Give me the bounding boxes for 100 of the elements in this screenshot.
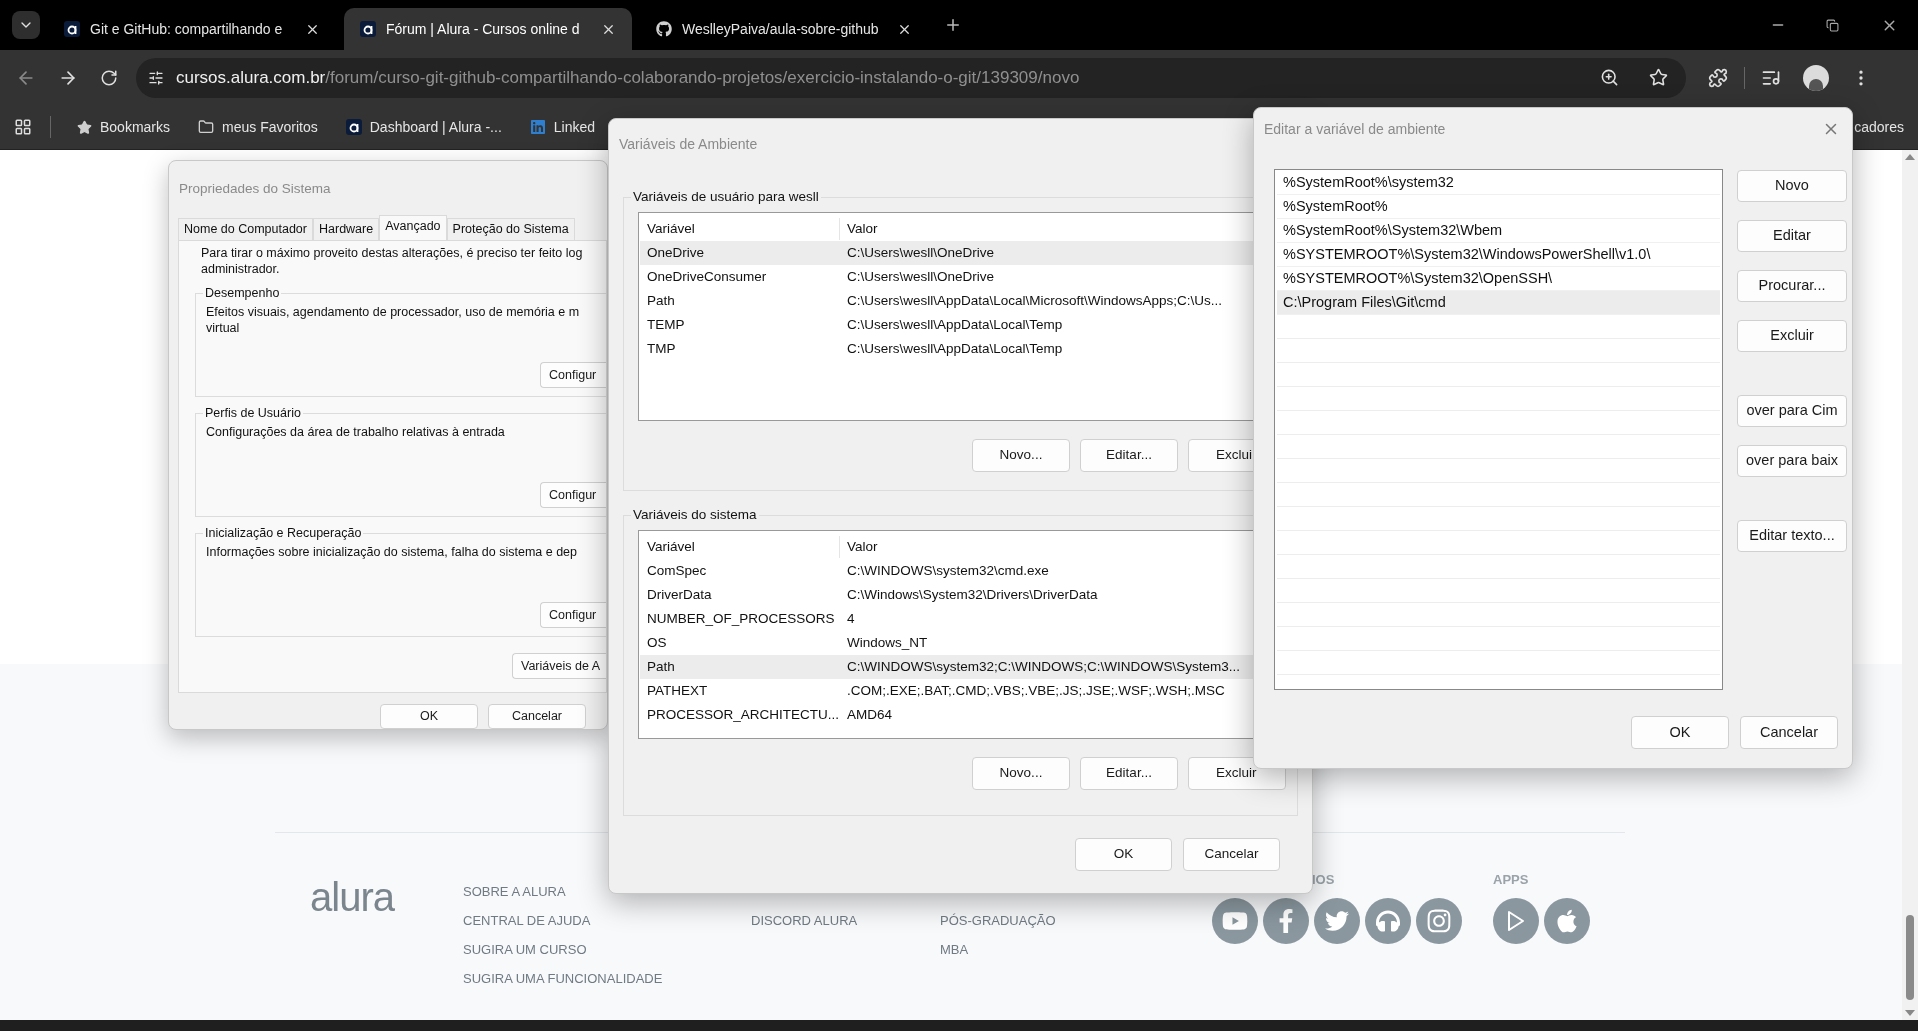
apple-icon[interactable] [1544, 898, 1590, 944]
footer-link[interactable]: SUGIRA UMA FUNCIONALIDADE [463, 964, 663, 993]
settings-button[interactable]: Configur [540, 362, 606, 389]
zoom-icon[interactable] [1600, 68, 1619, 87]
new-button[interactable]: Novo... [972, 439, 1070, 472]
dialog-tab[interactable]: Avançado [379, 215, 447, 241]
variable-value: 4 [846, 609, 855, 628]
profile-avatar[interactable] [1803, 64, 1829, 91]
camera-icon[interactable] [1416, 898, 1462, 944]
side-button[interactable]: Procurar... [1737, 270, 1847, 302]
bookmark-item[interactable]: Linked [521, 112, 604, 142]
site-info-icon[interactable] [148, 69, 164, 86]
extensions-icon[interactable] [1708, 67, 1728, 88]
ok-button[interactable]: OK [1631, 716, 1729, 749]
logo-icon [345, 119, 362, 135]
variable-name: OneDrive [646, 243, 706, 262]
folder-icon [198, 119, 215, 135]
intro-text: Para tirar o máximo proveito destas alterações, é preciso ter feito log [201, 245, 584, 262]
variable-name: PROCESSOR_ARCHITECTU... [646, 705, 840, 724]
window-title: Editar a variável de ambiente [1264, 119, 1447, 139]
variable-name: OS [646, 633, 668, 652]
group-title: Inicialização e Recuperação [203, 525, 364, 542]
footer-link[interactable]: SUGIRA UM CURSO [463, 935, 587, 964]
tab-title: WeslleyPaiva/aula-sobre-github [682, 19, 880, 39]
side-button[interactable]: Editar texto... [1737, 520, 1847, 552]
list-item[interactable]: C:\Program Files\Git\cmd [1277, 291, 1720, 315]
variable-name: PATHEXT [646, 681, 709, 700]
cancel-button[interactable]: Cancelar [1183, 838, 1280, 871]
footer-link[interactable]: CENTRAL DE AJUDA [463, 906, 591, 935]
variable-value: C:\Users\wesll\AppData\Local\Microsoft\WindowsApps;C:\Us... [846, 291, 1223, 310]
settings-button[interactable]: Configur [540, 482, 606, 509]
bird-icon[interactable] [1314, 898, 1360, 944]
variable-name: DriverData [646, 585, 713, 604]
linkedin-icon [529, 119, 546, 135]
restore-icon[interactable] [1826, 18, 1839, 32]
headphones-icon[interactable] [1365, 898, 1411, 944]
column-header[interactable]: Variável [640, 536, 840, 558]
edit-button[interactable]: Editar... [1080, 439, 1178, 472]
variable-name: Path [646, 657, 676, 676]
star-icon[interactable] [1649, 68, 1668, 87]
facebook-icon[interactable] [1263, 898, 1309, 944]
environment-button[interactable]: Variáveis de A [512, 653, 606, 680]
footer-link[interactable]: MBA [940, 935, 969, 964]
cat-logo-icon [656, 21, 672, 37]
logo-icon [64, 21, 80, 37]
footer-heading: IOS [1312, 871, 1336, 889]
group-description: Efeitos visuais, agendamento de processador, uso de memória e m [206, 304, 581, 321]
footer-link[interactable]: DISCORD ALURA [751, 906, 858, 935]
side-button[interactable]: Novo [1737, 170, 1847, 202]
dialog-tab[interactable]: Hardware [313, 218, 380, 241]
browser-tab[interactable]: WeslleyPaiva/aula-sobre-github [640, 8, 928, 50]
path-list[interactable]: %SystemRoot%\system32 %SystemRoot% %SystemRoot%\System32\Wbem %SYSTEMROOT%\System32\WindowsPowerShell\v1.0\ %SYSTEMROOT%\System32\OpenSSH\ C:\Program Files\Git\cmd [1274, 169, 1723, 690]
footer-link[interactable]: PÓS-GRADUAÇÃO [940, 906, 1056, 935]
tab-list-button[interactable] [12, 11, 40, 39]
browser-tab[interactable]: Git e GitHub: compartilhando e [48, 8, 336, 50]
dialog-tab[interactable]: Nome do Computador [178, 218, 313, 241]
variable-name: OneDriveConsumer [646, 267, 768, 286]
side-button[interactable]: over para Cim [1737, 395, 1847, 427]
browser-tab[interactable]: Fórum | Alura - Cursos online d [344, 8, 632, 50]
side-button[interactable]: over para baix [1737, 445, 1847, 477]
group-title: Desempenho [203, 285, 282, 302]
variable-value: C:\WINDOWS\system32\cmd.exe [846, 561, 1049, 580]
edit-button[interactable]: Editar... [1080, 757, 1178, 790]
intro-text: administrador. [201, 261, 281, 278]
footer-logo[interactable]: alura [310, 877, 463, 993]
cancel-button[interactable]: Cancelar [1740, 716, 1838, 749]
side-button[interactable]: Editar [1737, 220, 1847, 252]
ok-button[interactable]: OK [1075, 838, 1172, 871]
cancel-button[interactable]: Cancelar [488, 704, 586, 729]
variable-name: TEMP [646, 315, 686, 334]
footer-link[interactable]: SOBRE A ALURA [463, 877, 566, 906]
youtube-icon[interactable] [1212, 898, 1258, 944]
group-description: Configurações da área de trabalho relativas à entrada [206, 424, 506, 441]
side-button[interactable]: Excluir [1737, 320, 1847, 352]
variable-value: C:\Users\wesll\OneDrive [846, 267, 995, 286]
new-button[interactable]: Novo... [972, 757, 1070, 790]
logo-icon [360, 21, 376, 37]
url-text: cursos.alura.com.br/forum/curso-git-github-compartilhando-colaborando-projetos/exercicio-instalando-o-git/139309/novo [176, 66, 1081, 89]
group-description: virtual [206, 320, 241, 337]
apps-icon[interactable] [14, 118, 32, 136]
scrollbar[interactable] [1902, 150, 1918, 1020]
variable-value: C:\Users\wesll\AppData\Local\Temp [846, 339, 1063, 358]
settings-button[interactable]: Configur [540, 602, 606, 629]
variable-value: C:\WINDOWS\system32;C:\WINDOWS;C:\WINDOWS\System3... [846, 657, 1240, 676]
ok-button[interactable]: OK [380, 704, 478, 729]
footer-heading: APPS [1493, 871, 1530, 889]
variable-name: ComSpec [646, 561, 708, 580]
window-title: Propriedades do Sistema [178, 180, 332, 198]
bookmark-item[interactable]: cadores [1854, 116, 1904, 138]
address-bar[interactable]: cursos.alura.com.br/forum/curso-git-github-compartilhando-colaborando-projetos/exercicio-instalando-o-git/139309/novo [136, 57, 1686, 98]
play-icon[interactable] [1493, 898, 1539, 944]
bookmark-item[interactable]: meus Favoritos [190, 112, 326, 142]
bookmark-item[interactable]: Dashboard | Alura -... [337, 112, 510, 142]
column-header[interactable]: Variável [640, 218, 840, 240]
dialog-tab[interactable]: Proteção do Sistema [446, 218, 575, 241]
variable-value: C:\Windows\System32\Drivers\DriverData [846, 585, 1098, 604]
variable-value: Windows_NT [846, 633, 928, 652]
new-tab-icon[interactable] [944, 16, 962, 34]
bookmark-item[interactable]: Bookmarks [69, 112, 179, 142]
reload-icon[interactable] [100, 68, 118, 87]
